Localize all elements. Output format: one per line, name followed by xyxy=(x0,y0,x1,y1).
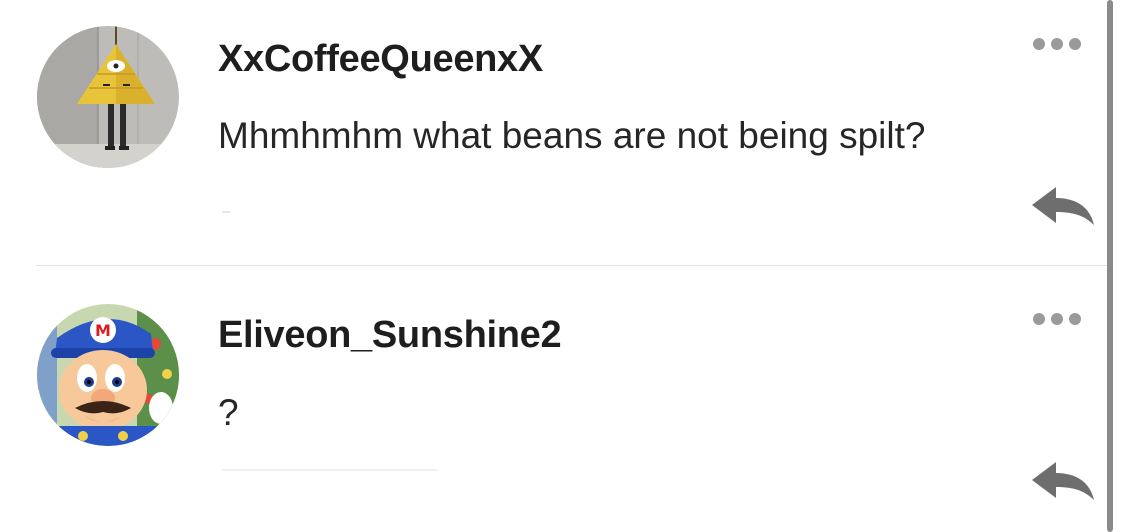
more-options-icon xyxy=(1069,38,1081,50)
comment-message: ? xyxy=(218,392,239,433)
divider xyxy=(222,469,437,471)
more-options-button[interactable] xyxy=(1033,311,1093,327)
reply-button[interactable] xyxy=(1028,458,1096,504)
comment-item: XxCoffeeQueenxX Mhmhmhm what beans are n… xyxy=(0,0,1110,266)
avatar[interactable] xyxy=(37,26,179,168)
comment-username[interactable]: Eliveon_Sunshine2 xyxy=(218,314,562,357)
more-options-button[interactable] xyxy=(1033,36,1093,52)
pyramid-costume-avatar-icon xyxy=(37,26,179,168)
comment-message: Mhmhmhm what beans are not being spilt? xyxy=(218,115,926,156)
reply-button[interactable] xyxy=(1028,183,1096,229)
reply-icon xyxy=(1032,462,1094,500)
avatar[interactable]: M xyxy=(37,304,179,446)
comment-username[interactable]: XxCoffeeQueenxX xyxy=(218,38,543,81)
more-options-icon xyxy=(1033,313,1045,325)
scrollbar[interactable] xyxy=(1107,0,1113,532)
more-options-icon xyxy=(1051,38,1063,50)
more-options-icon xyxy=(1033,38,1045,50)
divider xyxy=(222,211,230,213)
more-options-icon xyxy=(1051,313,1063,325)
more-options-icon xyxy=(1069,313,1081,325)
svg-text:M: M xyxy=(95,321,111,340)
plumber-character-avatar-icon: M xyxy=(37,304,179,446)
comment-item: M Eliveon_Sunshine2 ? xyxy=(0,266,1110,532)
reply-icon xyxy=(1032,187,1094,225)
